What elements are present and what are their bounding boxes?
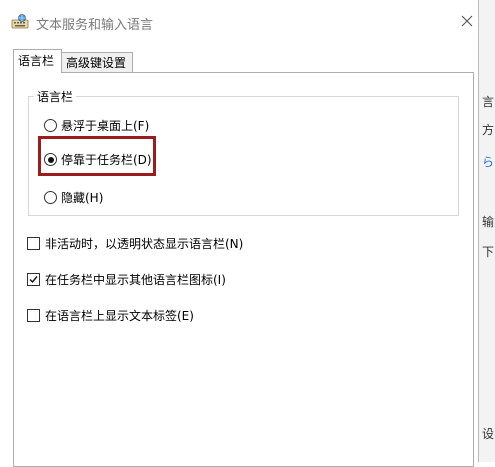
- radio-button[interactable]: [44, 119, 57, 132]
- close-icon[interactable]: [460, 14, 474, 28]
- window-title: 文本服务和输入语言: [36, 18, 154, 33]
- checkbox-checked[interactable]: [27, 273, 40, 286]
- background-window: [478, 0, 495, 462]
- radio-button-selected[interactable]: [44, 153, 57, 166]
- checkbox-show-text-labels[interactable]: 在语言栏上显示文本标签(E): [27, 307, 194, 324]
- background-text-fragment: 方: [482, 123, 495, 137]
- background-link-fragment: ら: [482, 155, 495, 169]
- tab-language-bar[interactable]: 语言栏: [13, 49, 62, 73]
- radio-float-on-desktop[interactable]: 悬浮于桌面上(F): [44, 117, 149, 134]
- background-text-fragment: 下: [482, 245, 495, 259]
- radio-button[interactable]: [44, 191, 57, 204]
- keyboard-globe-icon: [11, 14, 29, 30]
- check-mark-icon: [29, 276, 38, 284]
- background-text-fragment: 输: [482, 215, 495, 229]
- checkbox-show-additional-icons[interactable]: 在任务栏中显示其他语言栏图标(I): [27, 271, 226, 288]
- radio-selected-dot: [47, 156, 54, 163]
- background-text-fragment: 设: [482, 427, 495, 441]
- radio-dock-in-taskbar[interactable]: 停靠于任务栏(D): [44, 151, 152, 168]
- checkbox-label: 在任务栏中显示其他语言栏图标(I): [45, 273, 226, 287]
- radio-label: 隐藏(H): [61, 191, 104, 205]
- radio-label: 悬浮于桌面上(F): [61, 119, 150, 133]
- text-services-dialog: 文本服务和输入语言 语言栏 高级键设置 语言栏 悬浮于桌面上(F) 停靠于任务栏…: [0, 0, 479, 467]
- checkbox-label: 在语言栏上显示文本标签(E): [45, 309, 194, 323]
- tab-advanced-key-settings[interactable]: 高级键设置: [62, 52, 133, 73]
- checkbox-transparent-when-inactive[interactable]: 非活动时，以透明状态显示语言栏(N): [27, 235, 243, 252]
- background-text-fragment: 言: [482, 95, 495, 109]
- title-bar[interactable]: 文本服务和输入语言: [0, 0, 478, 44]
- group-label: 语言栏: [34, 88, 77, 105]
- checkbox[interactable]: [27, 309, 40, 322]
- checkbox-label: 非活动时，以透明状态显示语言栏(N): [45, 237, 244, 251]
- checkbox[interactable]: [27, 237, 40, 250]
- radio-hidden[interactable]: 隐藏(H): [44, 189, 103, 206]
- radio-label: 停靠于任务栏(D): [61, 153, 152, 167]
